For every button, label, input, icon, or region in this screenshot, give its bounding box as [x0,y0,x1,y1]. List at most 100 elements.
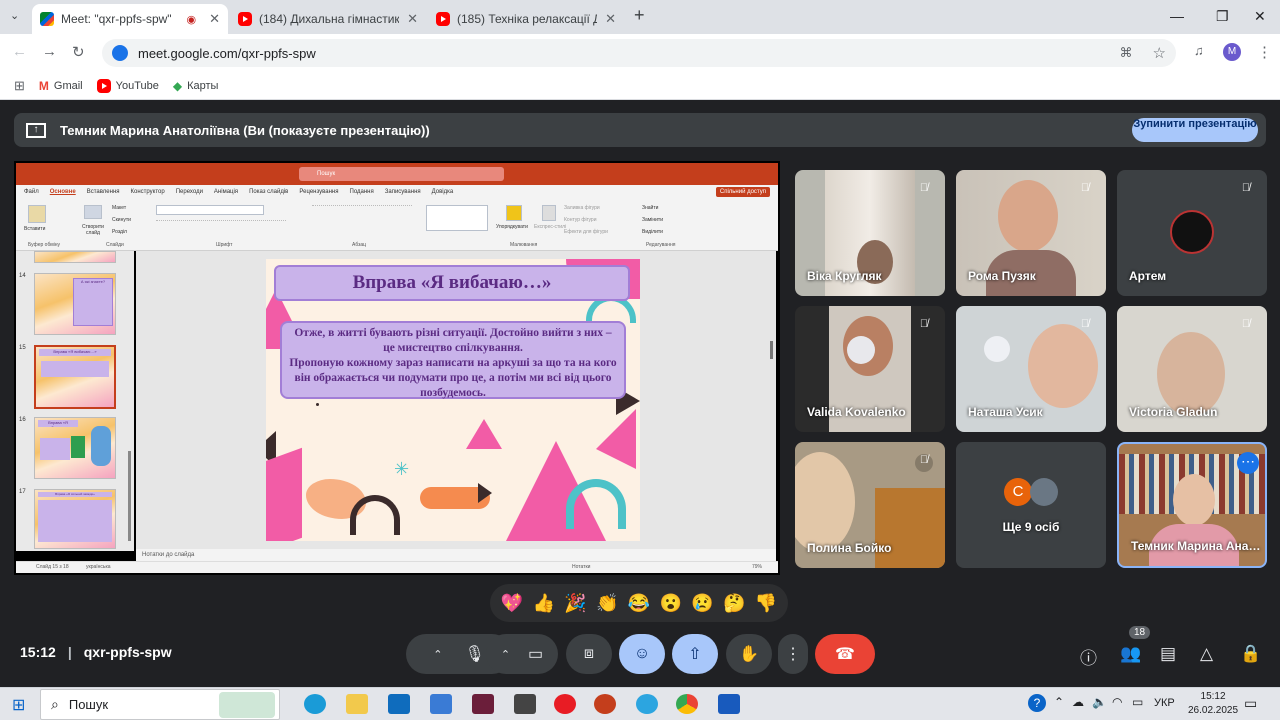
notifications-icon[interactable]: ▭ [1244,695,1257,712]
address-bar[interactable]: meet.google.com/qxr-ppfs-spw ⌘ ☆ [102,39,1176,67]
battery-icon[interactable]: ▭ [1132,695,1143,709]
slide-thumbnail-15[interactable]: Вправа «Я вибачаю…» [34,345,116,409]
close-tab-icon[interactable]: ✕ [605,11,616,27]
menu-home[interactable]: Основне [50,189,76,195]
menu-view[interactable]: Подання [350,189,374,195]
opera-icon[interactable] [554,694,576,714]
language-indicator[interactable]: українська [86,564,111,570]
chrome-menu-icon[interactable]: ⋮ [1257,43,1272,61]
maximize-icon[interactable]: ❐ [1216,8,1229,25]
wifi-icon[interactable]: ◠ [1112,695,1122,709]
menu-design[interactable]: Конструктор [131,189,165,195]
present-now-button[interactable]: ⇧ [672,634,718,674]
help-icon[interactable]: ? [1028,694,1046,712]
edge-icon[interactable] [304,694,326,714]
participant-tile[interactable]: 🎙̸ Рома Пузяк [956,170,1106,296]
shape-fill-button[interactable]: Заливка фігури [564,205,600,211]
app-icon[interactable] [472,694,494,714]
font-name-select[interactable] [156,205,264,215]
host-controls-lock-icon[interactable]: 🔒 [1240,644,1261,664]
camera-icon[interactable]: ▭ [528,644,543,664]
audio-options-chevron-icon[interactable]: ⌃ [433,648,442,661]
participant-tile[interactable]: 🎙̸ Віка Кругляк [795,170,945,296]
reaction-laugh[interactable]: 😂 [628,593,650,614]
shape-effects-button[interactable]: Ефекти для фігури [564,229,608,235]
slide-scrollbar[interactable] [770,341,773,359]
more-options-button[interactable]: ⋮ [778,634,808,674]
bookmark-star-icon[interactable]: ☆ [1153,44,1166,62]
reactions-button[interactable]: ☺ [619,634,665,674]
people-icon[interactable]: 👥 [1120,644,1141,664]
onedrive-icon[interactable]: ☁ [1072,695,1084,709]
section-button[interactable]: Розділ [112,229,127,235]
powerpoint-search[interactable]: Пошук [299,167,504,181]
stop-presenting-button[interactable]: Зупинити презентацію [1132,118,1258,142]
windows-start-icon[interactable]: ⊞ [12,695,25,715]
activities-icon[interactable]: △ [1200,644,1213,664]
share-button[interactable]: Спільний доступ [715,187,770,197]
media-control-icon[interactable]: ♫ [1194,43,1204,58]
participant-tile[interactable]: 🎙̸ Полина Бойко [795,442,945,568]
participant-tile-more[interactable]: С Ще 9 осіб [956,442,1106,568]
slide-title[interactable]: Вправа «Я вибачаю…» [274,265,630,301]
participant-tile[interactable]: 🎙̸ Наташа Усик [956,306,1106,432]
tab-meet[interactable]: Meet: "qxr-ppfs-spw" ◉ ✕ [32,4,228,34]
chrome-icon[interactable] [676,694,698,714]
taskbar-search[interactable]: ⌕ Пошук [40,689,280,720]
reaction-surprised[interactable]: 😮 [660,593,682,614]
calendar-icon[interactable] [514,694,536,714]
profile-avatar[interactable]: M [1223,43,1241,61]
tab-youtube-2[interactable]: (185) Техніка релаксації Джейс ✕ [428,4,624,34]
find-button[interactable]: Знайти [642,205,658,211]
slide-thumbnail-16[interactable]: Вправа «Я вибачаю…» [34,417,116,479]
captions-button[interactable]: ⧈ [566,634,612,674]
slide-body-text[interactable]: Отже, в житті бувають різні ситуації. До… [280,321,626,399]
system-clock[interactable]: 15:12 26.02.2025 [1188,690,1238,718]
slide-thumbnail-14[interactable]: А які знаєте? [34,273,116,335]
more-options-icon[interactable]: ⋯ [1237,452,1259,474]
bookmark-maps[interactable]: ◆ Карты [173,79,219,93]
new-slide-icon[interactable] [84,205,102,219]
close-tab-icon[interactable]: ✕ [209,11,220,27]
window-close-icon[interactable]: ✕ [1254,8,1266,25]
store-icon[interactable] [430,694,452,714]
site-info-icon[interactable] [112,45,128,61]
shapes-gallery[interactable] [426,205,488,231]
microphone-icon[interactable]: 🎙 [464,644,484,664]
reaction-sad[interactable]: 😢 [691,593,713,614]
quick-styles-icon[interactable] [542,205,556,221]
telegram-icon[interactable] [636,694,658,714]
zoom-level[interactable]: 79% [752,562,762,573]
slide-thumbnail-13[interactable] [34,251,116,263]
layout-button[interactable]: Макет [112,205,126,211]
thumbnail-scrollbar[interactable] [128,451,131,541]
bookmark-gmail[interactable]: M Gmail [39,79,83,93]
outlook-icon[interactable] [388,694,410,714]
menu-slideshow[interactable]: Показ слайдів [249,189,288,195]
powerpoint-icon[interactable] [594,694,616,714]
video-options-chevron-icon[interactable]: ⌃ [501,648,510,661]
new-tab-plus-icon[interactable]: + [634,5,645,26]
minimize-icon[interactable]: — [1170,8,1184,24]
volume-icon[interactable]: 🔈 [1092,695,1107,709]
select-button[interactable]: Виділити [642,229,663,235]
reaction-heart[interactable]: 💖 [501,593,523,614]
chat-icon[interactable]: ▤ [1160,644,1176,664]
slide-thumbnail-17[interactable]: Вправа «Я сильний завжди» [34,489,116,549]
font-format-row[interactable] [156,220,286,230]
arrange-icon[interactable] [506,205,522,221]
participant-tile-self[interactable]: ⋯ Темник Марина Ана… [1117,442,1267,568]
paste-icon[interactable] [28,205,46,223]
close-tab-icon[interactable]: ✕ [407,11,418,27]
meeting-details-info-icon[interactable]: ⓘ [1080,644,1097,669]
reaction-thinking[interactable]: 🤔 [723,593,745,614]
back-arrow-icon[interactable]: ← [12,43,27,60]
participant-tile[interactable]: 🎙̸ Артем [1117,170,1267,296]
menu-review[interactable]: Рецензування [299,189,338,195]
menu-animation[interactable]: Анімація [214,189,238,195]
menu-insert[interactable]: Вставлення [87,189,120,195]
menu-help[interactable]: Довідка [432,189,454,195]
reaction-thumbs-up[interactable]: 👍 [532,593,554,614]
notes-pane[interactable]: Нотатки до слайда [136,549,776,561]
file-explorer-icon[interactable] [346,694,368,714]
